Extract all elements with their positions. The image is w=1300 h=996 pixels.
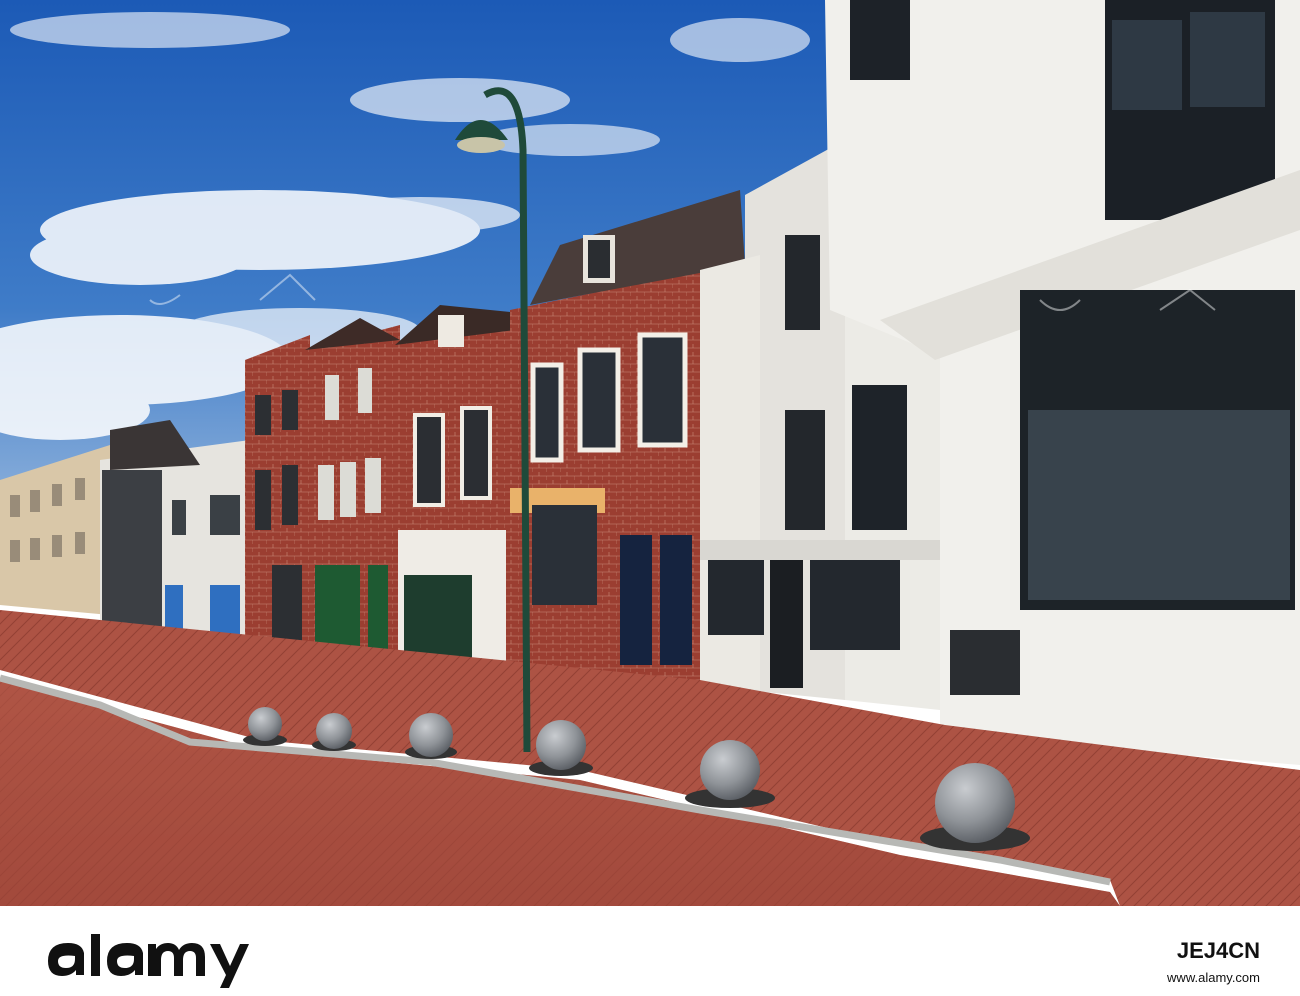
building-brick-green <box>305 318 400 665</box>
footer-image-id: JEJ4CN <box>1177 938 1260 963</box>
building-brick-narrow <box>245 335 310 655</box>
watermark-footer: www.alamy.com JEJ4CN <box>0 906 1300 996</box>
building-white-row <box>100 420 250 650</box>
building-brick-trim <box>395 305 515 665</box>
footer-url: www.alamy.com <box>1166 970 1260 985</box>
footer-logo: www.alamy.com JEJ4CN <box>48 934 1260 988</box>
street-photo <box>0 0 1300 906</box>
image-stage: www.alamy.com JEJ4CN <box>0 0 1300 996</box>
